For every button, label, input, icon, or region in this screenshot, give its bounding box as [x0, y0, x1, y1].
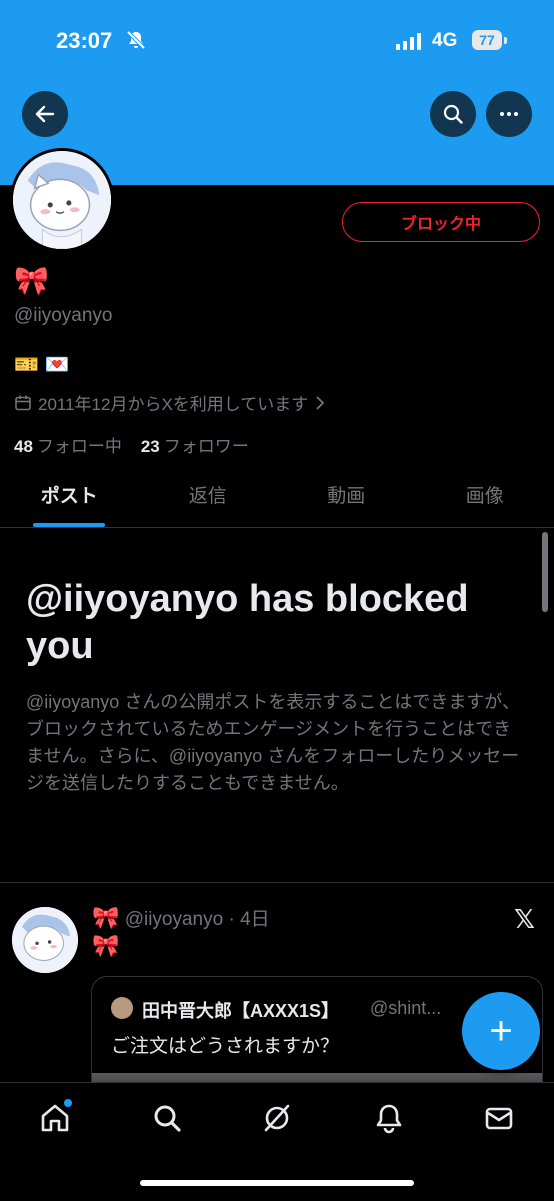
following-label: フォロー中	[37, 437, 122, 456]
profile-bio: 🎫 💌	[14, 352, 69, 377]
follow-stats: 48フォロー中 23フォロワー	[14, 432, 249, 457]
battery-icon: 77	[472, 30, 502, 50]
grok-icon	[260, 1101, 294, 1135]
scrollbar[interactable]	[542, 532, 548, 612]
home-indicator[interactable]	[140, 1180, 414, 1186]
followers-link[interactable]: 23フォロワー	[141, 437, 249, 456]
followers-count: 23	[141, 437, 160, 456]
tab-replies[interactable]: 返信	[139, 470, 278, 527]
profile-tabs: ポスト 返信 動画 画像	[0, 470, 554, 528]
blocked-button[interactable]: ブロック中	[342, 202, 540, 242]
nav-grok[interactable]	[260, 1101, 294, 1135]
cat-avatar-image	[13, 151, 111, 249]
bell-mute-icon	[126, 30, 146, 50]
nav-home[interactable]	[38, 1101, 72, 1135]
blocked-title: @iiyoyanyo has blocked you	[26, 576, 526, 670]
quote-author-name: 田中晋大郎【AXXX1S】	[142, 997, 339, 1023]
blocked-description: @iiyoyanyo さんの公開ポストを表示することはできますが、ブロックされて…	[26, 689, 526, 797]
arrow-left-icon	[33, 102, 57, 126]
quote-avatar	[111, 997, 133, 1019]
post-header: 🎀 @iiyoyanyo · 4日	[92, 904, 270, 931]
back-button[interactable]	[22, 91, 68, 137]
signal-icon	[396, 32, 421, 50]
search-button[interactable]	[430, 91, 476, 137]
tab-videos[interactable]: 動画	[277, 470, 416, 527]
post-handle[interactable]: @iiyoyanyo	[125, 909, 224, 930]
calendar-icon	[14, 394, 32, 412]
more-icon	[497, 102, 521, 126]
nav-notifications[interactable]	[372, 1101, 406, 1135]
post-author-name[interactable]: 🎀	[92, 905, 119, 930]
compose-button[interactable]: +	[462, 992, 540, 1070]
x-logo-icon: 𝕏	[514, 904, 535, 935]
search-icon	[150, 1101, 184, 1135]
joined-date[interactable]: 2011年12月からXを利用しています	[14, 390, 326, 415]
tab-posts[interactable]: ポスト	[0, 470, 139, 527]
post-avatar[interactable]	[12, 907, 78, 973]
status-bar: 23:07 4G 77	[0, 0, 554, 84]
tab-images[interactable]: 画像	[416, 470, 554, 527]
profile-avatar[interactable]	[10, 148, 114, 252]
followers-label: フォロワー	[164, 437, 249, 456]
post-text: 🎀	[92, 933, 119, 959]
following-link[interactable]: 48フォロー中	[14, 437, 122, 456]
chevron-right-icon	[314, 394, 326, 412]
display-name: 🎀	[14, 264, 49, 297]
envelope-icon	[482, 1101, 516, 1135]
notification-dot	[64, 1099, 72, 1107]
profile-handle: @iiyoyanyo	[14, 305, 113, 327]
nav-messages[interactable]	[482, 1101, 516, 1135]
search-icon	[441, 102, 465, 126]
quote-text: ご注文はどうされますか？	[111, 1031, 339, 1058]
bell-icon	[372, 1101, 406, 1135]
divider	[0, 882, 554, 883]
post-time: · 4日	[228, 909, 269, 930]
joined-text: 2011年12月からXを利用しています	[38, 390, 308, 415]
status-time: 23:07	[56, 28, 112, 54]
cat-avatar-image	[12, 907, 78, 973]
nav-explore[interactable]	[150, 1101, 184, 1135]
more-button[interactable]	[486, 91, 532, 137]
quote-handle: @shint...	[370, 998, 441, 1019]
network-label: 4G	[432, 30, 457, 52]
following-count: 48	[14, 437, 33, 456]
